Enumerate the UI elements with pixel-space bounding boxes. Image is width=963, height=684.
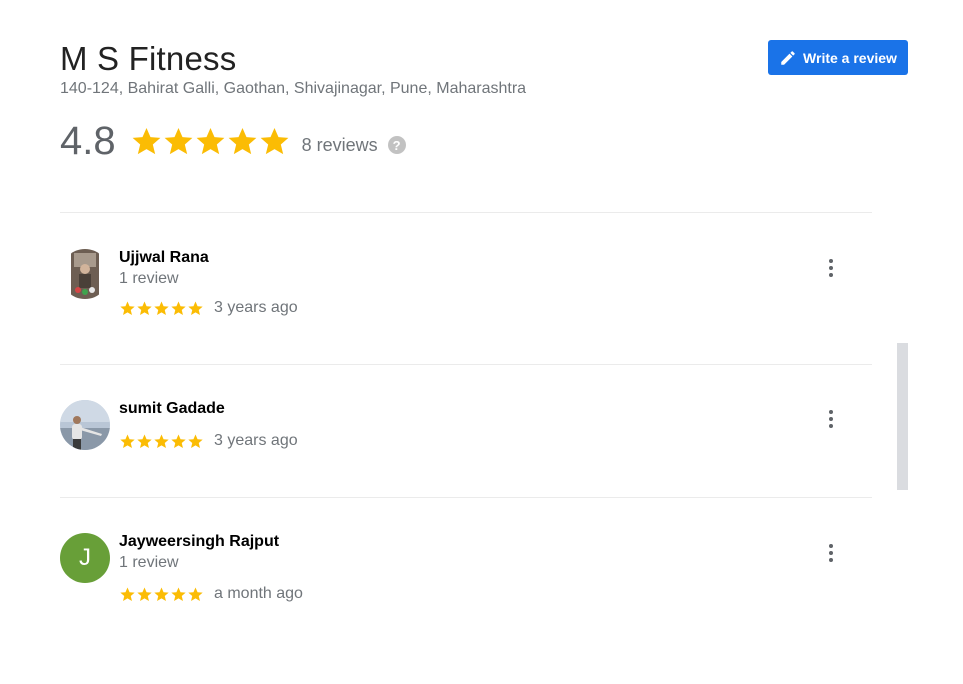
star-icon: [194, 125, 227, 158]
write-review-label: Write a review: [803, 49, 897, 66]
star-icon: [258, 125, 291, 158]
reviewer-name[interactable]: sumit Gadade: [119, 400, 225, 418]
divider: [60, 364, 872, 365]
avatar[interactable]: J: [60, 533, 110, 583]
star-icon: [153, 433, 170, 450]
avatar[interactable]: [60, 249, 110, 299]
business-title: M S Fitness: [60, 40, 237, 77]
star-icon: [187, 300, 204, 317]
review-date: 3 years ago: [214, 432, 298, 449]
avatar[interactable]: [60, 400, 110, 450]
review-rating: a month ago: [119, 585, 303, 603]
review-rating: 3 years ago: [119, 432, 298, 450]
star-icon: [136, 586, 153, 603]
star-icon: [130, 125, 163, 158]
star-icon: [119, 300, 136, 317]
write-review-button[interactable]: Write a review: [768, 40, 908, 75]
rating-value: 4.8: [60, 118, 116, 163]
star-icon: [170, 300, 187, 317]
star-icon: [226, 125, 259, 158]
review-count-link[interactable]: 8 reviews: [302, 135, 378, 156]
rating-summary: 4.8 8 reviews ?: [60, 116, 406, 166]
more-options-icon[interactable]: [824, 256, 838, 280]
star-icon: [170, 586, 187, 603]
star-icon: [136, 433, 153, 450]
star-icon: [170, 433, 187, 450]
review-date: a month ago: [214, 585, 303, 602]
review-item: J Jayweersingh Rajput 1 review a month a…: [60, 533, 850, 643]
star-icon: [119, 586, 136, 603]
reviewer-review-count: 1 review: [119, 554, 179, 571]
scrollbar[interactable]: [897, 343, 908, 490]
more-options-icon[interactable]: [824, 407, 838, 431]
star-icon: [153, 300, 170, 317]
review-rating: 3 years ago: [119, 299, 298, 317]
help-icon[interactable]: ?: [387, 136, 406, 154]
star-icon: [162, 125, 195, 158]
more-options-icon[interactable]: [824, 541, 838, 565]
reviewer-review-count: 1 review: [119, 270, 179, 287]
star-icon: [119, 433, 136, 450]
review-item: Ujjwal Rana 1 review 3 years ago: [60, 249, 850, 359]
divider: [60, 212, 872, 213]
avatar-letter: J: [79, 544, 91, 571]
review-date: 3 years ago: [214, 299, 298, 316]
star-icon: [187, 586, 204, 603]
star-icon: [187, 433, 204, 450]
star-icon: [136, 300, 153, 317]
business-address: 140-124, Bahirat Galli, Gaothan, Shivaji…: [60, 80, 527, 97]
star-icon: [153, 586, 170, 603]
reviewer-name[interactable]: Ujjwal Rana: [119, 249, 209, 267]
divider: [60, 497, 872, 498]
rating-stars: [130, 125, 290, 158]
pencil-icon: [781, 50, 795, 65]
review-item: sumit Gadade 3 years ago: [60, 400, 850, 510]
reviewer-name[interactable]: Jayweersingh Rajput: [119, 533, 279, 551]
